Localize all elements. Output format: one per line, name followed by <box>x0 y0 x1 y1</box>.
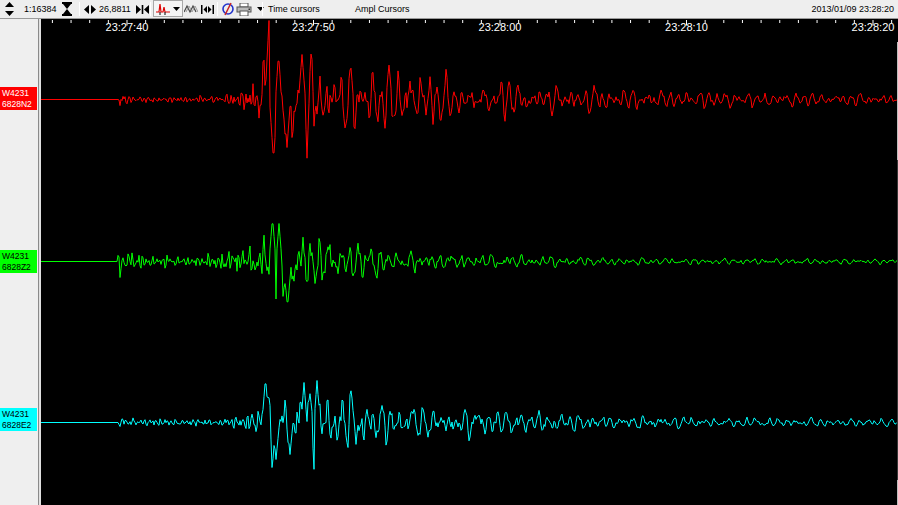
horizontal-step-button[interactable] <box>84 0 96 18</box>
channel-code: 6828Z2 <box>2 262 37 273</box>
dropdown-caret-icon <box>173 7 180 11</box>
seismogram-pick-icon <box>156 3 170 15</box>
time-axis-label: 23:27:50 <box>292 21 335 33</box>
up-down-arrows-icon <box>5 2 14 16</box>
toolbar-separator <box>79 2 80 16</box>
toolbar-separator <box>262 2 263 16</box>
channel-label-6828Z2[interactable]: W4231 6828Z2 <box>0 250 37 273</box>
channel-label-6828N2[interactable]: W4231 6828N2 <box>0 87 37 110</box>
toolbar-separator <box>150 2 151 16</box>
datetime-display: 2013/01/09 23:28:20 <box>811 0 894 18</box>
seismogram-viewer-window: 1:16384 26,8811 <box>0 0 898 505</box>
vertical-zoom-stepper[interactable] <box>5 0 14 18</box>
amplitude-value: 26,8811 <box>99 0 131 18</box>
expand-horizontal-button[interactable] <box>201 0 214 18</box>
ampl-cursors-button[interactable]: Ampl Cursors <box>355 0 410 18</box>
wait-button[interactable] <box>62 0 72 18</box>
fit-width-button[interactable] <box>136 0 149 18</box>
phase-pick-button[interactable] <box>153 0 183 17</box>
time-axis-label: 23:28:10 <box>665 21 708 33</box>
trace-6828E2 <box>41 381 898 470</box>
printer-icon <box>236 3 252 16</box>
compress-arrows-icon <box>136 5 149 14</box>
left-right-arrows-icon <box>84 5 96 14</box>
print-button[interactable] <box>236 0 264 18</box>
channel-code: 6828N2 <box>2 99 37 110</box>
trace-6828N2 <box>41 21 898 159</box>
expand-arrows-icon <box>201 5 214 14</box>
time-axis-label: 23:28:20 <box>852 21 895 33</box>
toolbar: 1:16384 26,8811 <box>0 0 898 19</box>
zoom-ratio-value: 1:16384 <box>24 0 57 18</box>
station-code: W4231 <box>2 251 37 262</box>
zigzag-wave-icon <box>184 4 198 14</box>
waveform-mode-button[interactable] <box>184 0 198 18</box>
time-cursors-button[interactable]: Time cursors <box>268 0 320 18</box>
trace-6828Z2 <box>41 224 898 302</box>
time-axis-label: 23:27:40 <box>106 21 149 33</box>
rotate-components-button[interactable] <box>221 0 235 18</box>
channel-code: 6828E2 <box>2 420 37 431</box>
rotate-icon <box>221 2 235 16</box>
seismogram-plot-area[interactable]: 23:27:40 23:27:50 23:28:00 23:28:10 23:28:20 <box>41 19 898 505</box>
hourglass-icon <box>62 2 72 16</box>
station-code: W4231 <box>2 88 37 99</box>
time-axis-label: 23:28:00 <box>479 21 522 33</box>
channel-label-6828E2[interactable]: W4231 6828E2 <box>0 408 37 431</box>
toolbar-separator <box>217 2 218 16</box>
station-code: W4231 <box>2 409 37 420</box>
